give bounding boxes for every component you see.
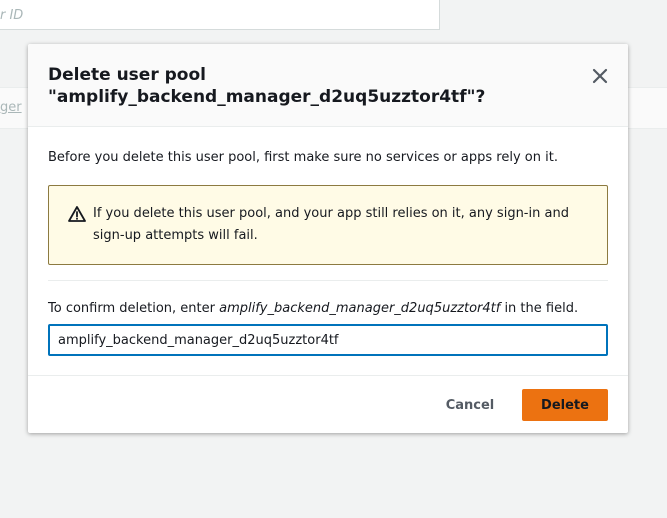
dialog-title: Delete user pool "amplify_backend_manage… — [48, 64, 548, 108]
close-button[interactable] — [590, 66, 610, 86]
close-icon — [592, 68, 608, 84]
delete-button[interactable]: Delete — [522, 389, 608, 421]
background-search-placeholder: r ID — [0, 8, 24, 23]
warning-icon — [68, 206, 86, 222]
dialog-title-line1: Delete user pool — [48, 65, 206, 85]
cancel-button[interactable]: Cancel — [432, 389, 508, 421]
background-link: ger — [0, 100, 22, 115]
divider — [48, 280, 608, 281]
dialog-footer: Cancel Delete — [28, 375, 628, 434]
dialog-title-line2: "amplify_backend_manager_d2uq5uzztor4tf"… — [48, 87, 486, 107]
background-search-field: r ID — [0, 0, 440, 30]
confirm-name-input[interactable] — [48, 324, 608, 356]
confirm-label-name: amplify_backend_manager_d2uq5uzztor4tf — [219, 301, 501, 316]
confirm-label-suffix: in the field. — [500, 301, 579, 316]
dialog-header: Delete user pool "amplify_backend_manage… — [28, 44, 628, 127]
confirm-label-prefix: To confirm deletion, enter — [48, 301, 220, 316]
delete-user-pool-dialog: Delete user pool "amplify_backend_manage… — [28, 44, 628, 433]
dialog-body: Before you delete this user pool, first … — [48, 148, 608, 356]
confirm-label: To confirm deletion, enter amplify_backe… — [48, 299, 608, 319]
warning-text: If you delete this user pool, and your a… — [93, 206, 569, 243]
warning-alert: If you delete this user pool, and your a… — [48, 185, 608, 265]
intro-text: Before you delete this user pool, first … — [48, 150, 558, 165]
page: r ID ger Delete user pool "amplify_backe… — [0, 0, 667, 518]
